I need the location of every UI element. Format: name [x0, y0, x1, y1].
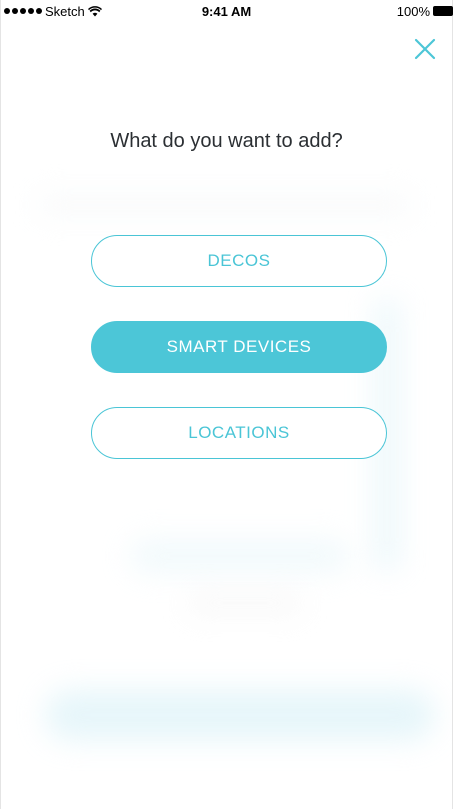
smart-devices-button[interactable]: SMART DEVICES	[91, 321, 387, 373]
screen-edge	[0, 0, 1, 809]
status-bar: Sketch 9:41 AM 100%	[0, 0, 453, 22]
status-right: 100%	[397, 4, 453, 19]
status-left: Sketch	[4, 4, 102, 19]
decos-button[interactable]: DECOS	[91, 235, 387, 287]
close-button[interactable]	[412, 36, 438, 62]
page-title: What do you want to add?	[110, 130, 343, 152]
add-item-screen: Sketch 9:41 AM 100% What do you want to …	[0, 0, 453, 809]
carrier-name: Sketch	[45, 3, 85, 19]
blurred-background-shape	[130, 540, 350, 572]
wifi-icon	[87, 5, 102, 16]
locations-button[interactable]: LOCATIONS	[91, 407, 387, 459]
signal-strength-icon	[4, 8, 42, 14]
blurred-background-shape	[190, 595, 300, 611]
blurred-background-shape	[40, 195, 410, 215]
battery-icon	[433, 6, 453, 16]
battery-percent: 100%	[396, 3, 430, 19]
blurred-background-shape	[45, 690, 435, 740]
close-icon	[414, 38, 436, 60]
